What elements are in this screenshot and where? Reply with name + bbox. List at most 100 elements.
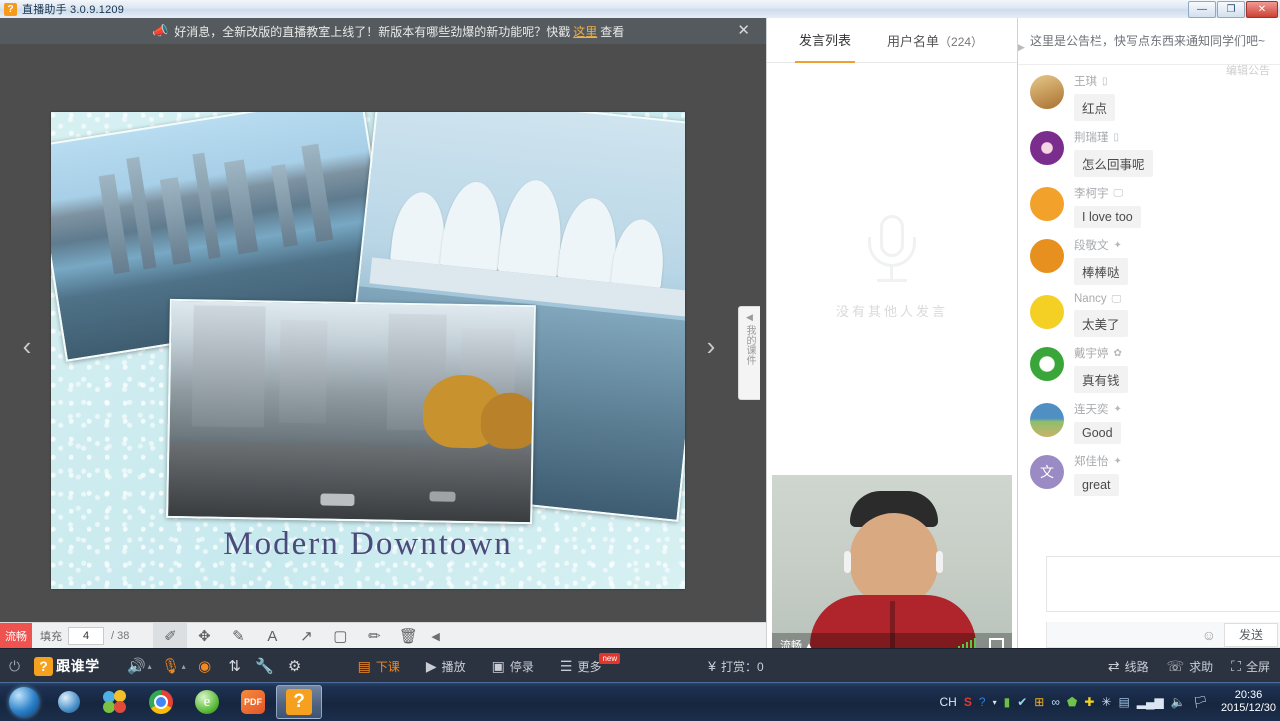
slide-viewport: ‹ › — [0, 44, 766, 622]
send-button[interactable]: 发送 — [1224, 623, 1278, 647]
taskbar-app-pdf[interactable]: PDF — [230, 685, 276, 719]
bluetooth-icon[interactable]: ✳ — [1101, 695, 1111, 709]
app-icon: ? — [4, 3, 17, 16]
fullscreen-label: 全屏 — [1246, 658, 1270, 675]
chat-username: 荆瑞瑾 — [1074, 129, 1109, 145]
clock-date: 2015/12/30 — [1221, 702, 1276, 715]
equalizer-icon[interactable]: ⇅ — [220, 649, 250, 683]
avatar[interactable] — [1030, 239, 1064, 273]
pencil-tool[interactable]: ✎ — [221, 623, 255, 649]
avatar[interactable] — [1030, 187, 1064, 221]
stop-record-button[interactable]: ▣ 停录 — [492, 658, 534, 675]
security-icon[interactable]: ⬟ — [1067, 695, 1077, 709]
maximize-button[interactable]: ❐ — [1217, 1, 1245, 18]
help-tray-icon[interactable]: ? — [979, 695, 986, 709]
tray-expand-icon[interactable]: ▾ — [993, 698, 997, 707]
sogou-icon[interactable]: S — [964, 695, 972, 709]
brand-logo: ? 跟谁学 — [34, 656, 100, 676]
avatar[interactable] — [1030, 403, 1064, 437]
microphone-caret-icon[interactable]: ▴ — [182, 662, 186, 671]
play-button[interactable]: ▶ 播放 — [426, 658, 466, 675]
quality-badge[interactable]: 流畅 — [0, 623, 32, 649]
more-button[interactable]: ☰ 更多 new — [560, 658, 622, 675]
eraser-tool[interactable]: ✏ — [357, 623, 391, 649]
ime-indicator[interactable]: CH — [940, 695, 957, 709]
chat-username-row: 李柯宇 🖵 — [1074, 185, 1270, 201]
webcam-icon[interactable]: ◉ — [190, 649, 220, 683]
chat-message-text: Good — [1074, 422, 1121, 444]
fill-label: 填充 — [40, 628, 62, 644]
avatar[interactable] — [1030, 75, 1064, 109]
avatar[interactable] — [1030, 131, 1064, 165]
taskbar-app-chrome[interactable] — [138, 685, 184, 719]
chat-username: 王琪 — [1074, 73, 1097, 89]
tab-speaker-list[interactable]: 发言列表 — [795, 18, 855, 63]
reward-indicator[interactable]: ¥ 打赏：0 — [708, 658, 763, 675]
end-class-button[interactable]: ▤ 下课 — [358, 658, 400, 675]
face-shape — [850, 513, 938, 605]
taskbar-app-live-assistant[interactable]: ? — [276, 685, 322, 719]
my-courseware-tab[interactable]: ◀ 我的课件 — [738, 306, 760, 400]
slide-toolbar: 流畅 填充 4 / 38 ✐ ✥ ✎ A ↗ ▢ ✏ 🗑 ◀ — [0, 622, 766, 649]
wrench-icon[interactable]: 🔧 — [250, 649, 280, 683]
chat-input[interactable] — [1046, 556, 1280, 612]
tab-user-list[interactable]: 用户名单（224） — [883, 19, 987, 62]
android-icon: ✦ — [1114, 456, 1122, 467]
avatar[interactable] — [1030, 347, 1064, 381]
notice-bar: ▶ 这里是公告栏，快写点东西来通知同学们吧~ 编辑公告 — [1018, 18, 1280, 65]
taskbar-clock[interactable]: 20:36 2015/12/30 — [1221, 689, 1276, 715]
banner-link[interactable]: 这里 — [573, 23, 597, 40]
line-switch-button[interactable]: ⇄ 线路 — [1108, 658, 1149, 675]
gear-icon[interactable]: ⚙ — [280, 649, 310, 683]
help-button[interactable]: ☏ 求助 — [1167, 658, 1214, 675]
play-icon: ▶ — [426, 658, 437, 675]
chrome-icon — [149, 690, 173, 714]
speaker-caret-icon[interactable]: ▴ — [148, 662, 152, 671]
action-center-icon[interactable]: 🏳 — [1193, 695, 1208, 709]
plus-tray-icon[interactable]: ✚ — [1084, 695, 1094, 709]
taskbar-app-browser[interactable]: e — [184, 685, 230, 719]
avatar[interactable] — [1030, 295, 1064, 329]
power-icon[interactable]: ⏻ — [9, 658, 20, 675]
chat-username-row: 连天奕 ✦ — [1074, 401, 1270, 417]
pen-highlight-tool[interactable]: ✐ — [153, 623, 187, 649]
shield-check-icon[interactable]: ✔ — [1017, 695, 1027, 709]
taskbar-app-media[interactable] — [46, 685, 92, 719]
chat-message-list[interactable]: 王琪 ▯ 红点 荆瑞瑾 ▯ 怎么回事呢 李柯宇 — [1018, 65, 1280, 555]
chat-username-row: Nancy 🖵 — [1074, 293, 1270, 305]
avatar[interactable]: 文 — [1030, 455, 1064, 489]
link-icon[interactable]: ∞ — [1051, 695, 1060, 709]
fullscreen-button[interactable]: ⛶ 全屏 — [1231, 658, 1270, 675]
speaker-panel: 发言列表 用户名单（224） 没有其他人发言 — [766, 18, 1018, 648]
page-number-input[interactable]: 4 — [68, 627, 104, 645]
emoji-icon[interactable]: ☺ — [1202, 627, 1216, 643]
network-icon[interactable]: ▂▄▆ — [1137, 695, 1164, 709]
chevron-left-icon: ◀ — [746, 312, 753, 322]
rectangle-tool[interactable]: ▢ — [323, 623, 357, 649]
next-slide-arrow[interactable]: › — [700, 326, 722, 366]
end-class-label: 下课 — [376, 658, 400, 675]
text-tool[interactable]: A — [255, 623, 289, 649]
banner-close-icon[interactable]: ✕ — [737, 23, 750, 39]
monitor-tray-icon[interactable]: ▤ — [1118, 695, 1129, 709]
volume-icon[interactable]: 🔈 — [1171, 695, 1186, 709]
start-button[interactable] — [2, 685, 46, 719]
battery-tray-icon[interactable]: ▮ — [1004, 695, 1011, 709]
minimize-button[interactable]: — — [1188, 1, 1216, 18]
notice-collapse-icon[interactable]: ▶ — [1018, 42, 1028, 58]
slide-canvas[interactable]: Modern Downtown — [51, 112, 685, 589]
list-item: 戴宇婷 ✿ 真有钱 — [1018, 337, 1280, 393]
close-button[interactable]: ✕ — [1246, 1, 1278, 18]
monitor-icon: 🖵 — [1114, 188, 1124, 199]
toolbar-collapse-icon[interactable]: ◀ — [431, 630, 439, 643]
android-icon: ✦ — [1114, 240, 1122, 251]
megaphone-icon: 📣 — [152, 23, 168, 39]
teacher-video[interactable]: 流畅 ▲ — [772, 475, 1012, 657]
move-tool[interactable]: ✥ — [187, 623, 221, 649]
chat-username-row: 戴宇婷 ✿ — [1074, 345, 1270, 361]
windows-tray-icon[interactable]: ⊞ — [1034, 695, 1044, 709]
prev-slide-arrow[interactable]: ‹ — [16, 326, 38, 366]
arrow-tool[interactable]: ↗ — [289, 623, 323, 649]
delete-tool[interactable]: 🗑 — [391, 623, 425, 649]
taskbar-app-folder[interactable] — [92, 685, 138, 719]
